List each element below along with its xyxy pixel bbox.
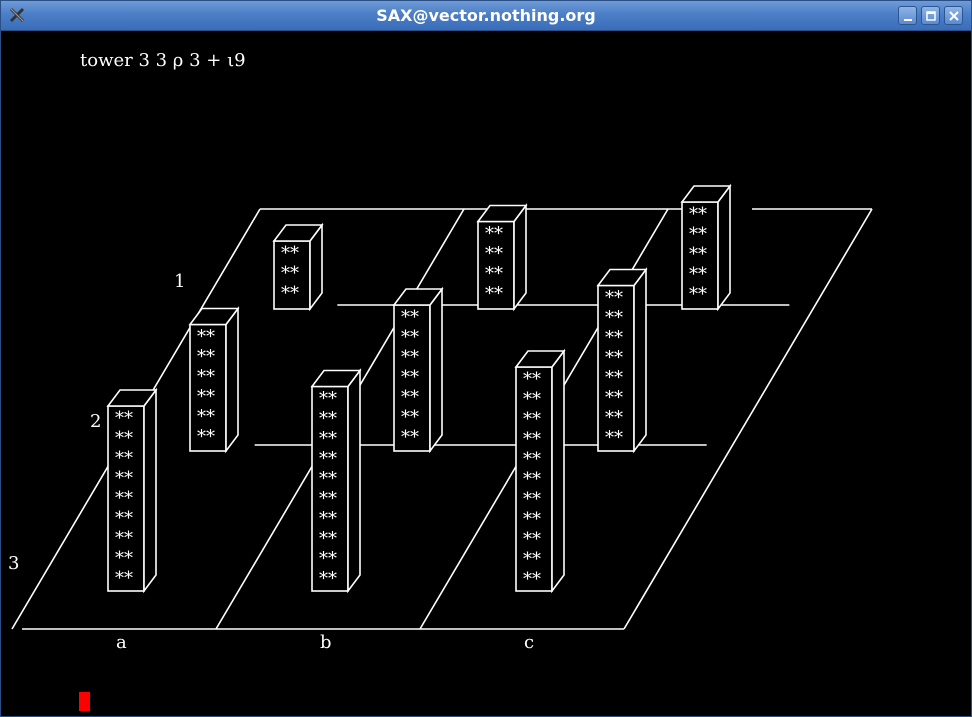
tower: ******** — [476, 203, 528, 312]
svg-text:**: ** — [485, 264, 503, 285]
tower: ********************** — [514, 348, 566, 594]
svg-text:**: ** — [485, 244, 503, 265]
tower: ****************** — [106, 387, 158, 594]
svg-text:**: ** — [689, 244, 707, 265]
svg-text:**: ** — [523, 389, 541, 410]
svg-text:**: ** — [689, 284, 707, 305]
svg-text:**: ** — [115, 548, 133, 569]
svg-text:**: ** — [605, 428, 623, 449]
svg-text:**: ** — [523, 529, 541, 550]
svg-text:**: ** — [281, 283, 299, 304]
svg-text:**: ** — [115, 448, 133, 469]
svg-text:**: ** — [319, 429, 337, 450]
svg-text:**: ** — [319, 569, 337, 590]
svg-text:**: ** — [523, 549, 541, 570]
svg-text:**: ** — [197, 367, 215, 388]
svg-text:**: ** — [319, 449, 337, 470]
towers: ****************************************… — [106, 183, 732, 594]
svg-text:**: ** — [401, 407, 419, 428]
svg-text:**: ** — [485, 284, 503, 305]
svg-text:**: ** — [605, 328, 623, 349]
svg-text:**: ** — [689, 204, 707, 225]
svg-text:**: ** — [115, 488, 133, 509]
row-label: 3 — [8, 553, 19, 574]
svg-text:**: ** — [523, 569, 541, 590]
svg-text:**: ** — [197, 347, 215, 368]
tower: ******************** — [310, 368, 362, 594]
svg-text:**: ** — [605, 408, 623, 429]
command-line: tower 3 3 ρ 3 + ι9 — [80, 50, 246, 71]
svg-text:**: ** — [523, 509, 541, 530]
svg-text:**: ** — [319, 409, 337, 430]
svg-text:**: ** — [605, 288, 623, 309]
svg-text:**: ** — [281, 243, 299, 264]
svg-text:**: ** — [523, 409, 541, 430]
row-label: 1 — [174, 271, 185, 292]
svg-text:**: ** — [319, 509, 337, 530]
svg-text:**: ** — [401, 427, 419, 448]
minimize-button[interactable] — [898, 6, 917, 25]
svg-text:**: ** — [197, 407, 215, 428]
close-icon — [949, 11, 959, 21]
svg-text:**: ** — [605, 368, 623, 389]
svg-text:**: ** — [115, 568, 133, 589]
column-label: c — [524, 632, 534, 653]
svg-text:**: ** — [115, 528, 133, 549]
svg-text:**: ** — [401, 327, 419, 348]
svg-text:**: ** — [523, 489, 541, 510]
svg-text:**: ** — [115, 508, 133, 529]
svg-text:**: ** — [115, 408, 133, 429]
window-title: SAX@vector.nothing.org — [376, 6, 596, 25]
maximize-button[interactable] — [921, 6, 940, 25]
svg-text:**: ** — [319, 389, 337, 410]
column-label: b — [320, 632, 332, 653]
tower-plot: tower 3 3 ρ 3 + ι9 *********************… — [8, 50, 873, 653]
row-label: 2 — [90, 411, 101, 432]
svg-text:**: ** — [605, 388, 623, 409]
svg-text:**: ** — [281, 263, 299, 284]
title-bar[interactable]: SAX@vector.nothing.org — [1, 1, 971, 31]
svg-text:**: ** — [319, 489, 337, 510]
svg-text:**: ** — [197, 327, 215, 348]
maximize-icon — [926, 11, 936, 21]
text-cursor — [79, 692, 90, 711]
svg-text:**: ** — [115, 428, 133, 449]
svg-text:**: ** — [523, 469, 541, 490]
tower: **************** — [596, 267, 648, 454]
axis-labels: 1 2 3 a b c — [8, 271, 534, 653]
tower: ************ — [188, 306, 240, 454]
terminal-area[interactable]: tower 3 3 ρ 3 + ι9 ** ** ** ** ** ** ** ** ** ** *… — [4, 31, 970, 716]
svg-text:**: ** — [115, 468, 133, 489]
column-label: a — [116, 632, 127, 653]
svg-text:**: ** — [523, 449, 541, 470]
terminal-window: SAX@vector.nothing.org tower 3 3 ρ 3 + ι… — [0, 0, 972, 717]
svg-text:**: ** — [319, 469, 337, 490]
svg-text:**: ** — [401, 387, 419, 408]
svg-text:**: ** — [605, 348, 623, 369]
svg-text:**: ** — [485, 224, 503, 245]
svg-text:**: ** — [197, 427, 215, 448]
tower: ********** — [680, 183, 732, 312]
svg-text:**: ** — [689, 224, 707, 245]
svg-text:**: ** — [689, 264, 707, 285]
tower: ****** — [272, 222, 324, 312]
svg-text:**: ** — [401, 347, 419, 368]
svg-text:**: ** — [401, 367, 419, 388]
svg-text:**: ** — [319, 549, 337, 570]
svg-text:**: ** — [197, 387, 215, 408]
minimize-icon — [904, 19, 912, 21]
svg-text:**: ** — [401, 307, 419, 328]
svg-text:**: ** — [523, 429, 541, 450]
svg-text:**: ** — [605, 308, 623, 329]
close-button[interactable] — [944, 6, 963, 25]
tower: ************** — [392, 286, 444, 454]
svg-text:**: ** — [319, 529, 337, 550]
svg-text:**: ** — [523, 369, 541, 390]
